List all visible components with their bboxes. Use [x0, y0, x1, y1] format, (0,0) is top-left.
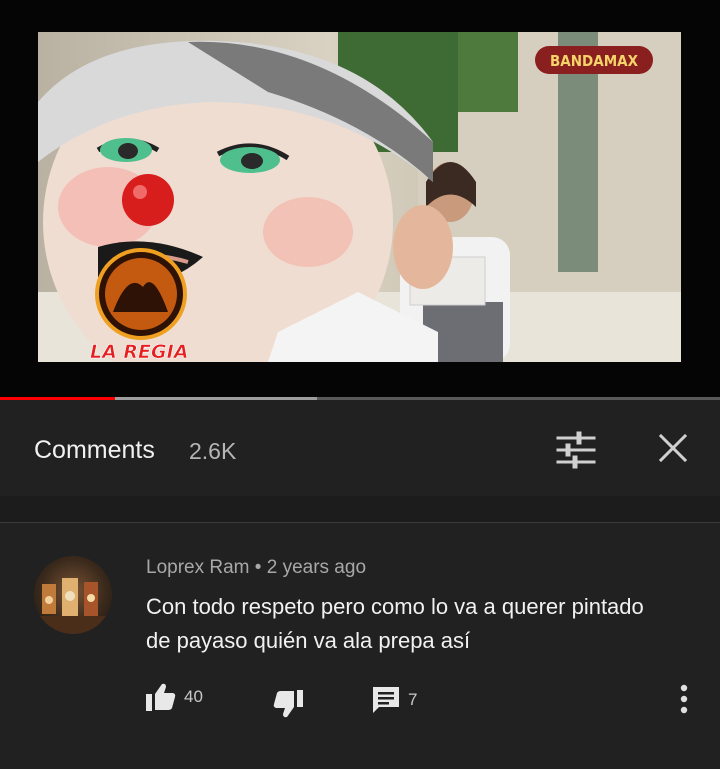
comment-time: 2 years ago — [266, 557, 367, 578]
video-frame[interactable]: LA REGIA BANDAMAX — [38, 32, 681, 362]
more-vertical-icon[interactable] — [675, 683, 693, 717]
video-player[interactable]: LA REGIA BANDAMAX — [0, 0, 720, 397]
reply-count: 7 — [408, 690, 418, 709]
show-logo-text: LA REGIA — [90, 341, 188, 362]
comments-count: 2.6K — [189, 438, 237, 464]
like-count: 40 — [184, 687, 203, 706]
avatar[interactable] — [34, 556, 112, 634]
section-divider — [0, 496, 720, 522]
meta-separator: • — [254, 557, 262, 578]
sort-sliders-icon[interactable] — [556, 430, 596, 470]
comment-icon — [373, 687, 399, 713]
dislike-button[interactable] — [273, 690, 303, 718]
like-button[interactable]: 40 — [146, 683, 203, 711]
reply-button[interactable]: 7 — [372, 686, 417, 714]
comment-text: Con todo respeto pero como lo va a quere… — [146, 594, 644, 653]
thumbs-up-icon — [146, 683, 176, 711]
channel-watermark: BANDAMAX — [550, 52, 639, 70]
divider-line — [0, 522, 720, 523]
comment-meta: Loprex Ram • 2 years ago — [146, 557, 366, 579]
thumbs-down-icon — [273, 690, 303, 718]
video-still-image: LA REGIA BANDAMAX — [38, 32, 681, 362]
close-x-icon[interactable] — [655, 430, 691, 466]
comments-title: Comments — [34, 436, 155, 464]
comment-author[interactable]: Loprex Ram — [146, 557, 250, 578]
